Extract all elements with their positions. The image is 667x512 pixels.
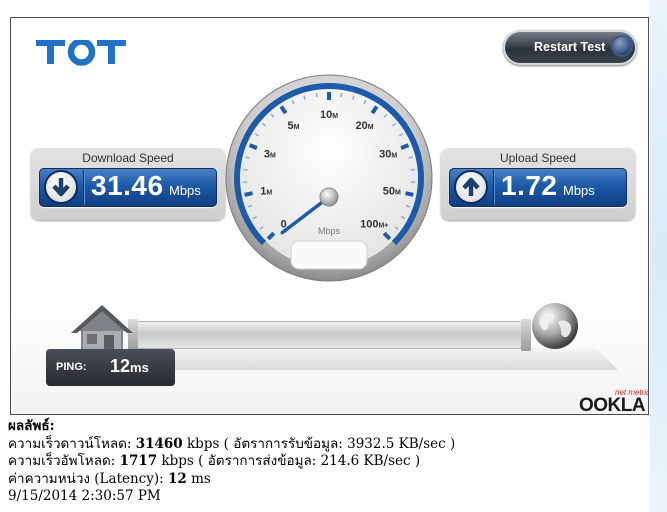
download-speed-title: Download Speed bbox=[82, 151, 174, 165]
gauge-minor-tick bbox=[315, 92, 318, 97]
background-right-strip bbox=[650, 0, 667, 512]
download-prefix: ความเร็วดาวน์โหลด: bbox=[8, 435, 136, 452]
restart-test-label: Restart Test bbox=[534, 40, 606, 54]
results-upload-line: ความเร็วอัพโหลด: 1717 kbps ( อัตราการส่ง… bbox=[8, 453, 455, 471]
upload-speed-title: Upload Speed bbox=[499, 151, 577, 165]
upload-prefix: ความเร็วอัพโหลด: bbox=[8, 453, 120, 470]
results-latency-line: ค่าความหน่วง (Latency): 12 ms bbox=[8, 471, 455, 489]
upload-separator bbox=[493, 170, 494, 205]
upload-kbps: 1717 bbox=[119, 453, 158, 470]
download-arrow-icon bbox=[46, 172, 76, 202]
ookla-logo: net metrics OOKLA bbox=[579, 388, 648, 415]
upload-speed-unit: Mbps bbox=[563, 183, 595, 198]
results-section: ผลลัพธ์: ความเร็วดาวน์โหลด: 31460 kbps (… bbox=[8, 418, 455, 506]
globe-icon bbox=[532, 303, 578, 349]
ookla-text: OOKLA bbox=[579, 395, 646, 415]
gauge-minor-tick bbox=[340, 92, 343, 97]
latency-ms: 12 bbox=[167, 470, 187, 487]
upload-arrow-icon bbox=[456, 172, 486, 202]
results-timestamp: 9/15/2014 2:30:57 PM bbox=[8, 488, 161, 505]
download-speed-box: Download Speed 31.46 Mbps bbox=[31, 147, 225, 220]
ping-panel: PING: 12ms bbox=[46, 349, 175, 386]
gauge-unit-label: Mbps bbox=[318, 226, 341, 236]
ping-value-group: 12ms bbox=[110, 356, 149, 377]
download-speed-display: 31.46 Mbps bbox=[39, 168, 217, 207]
download-separator bbox=[83, 170, 84, 205]
latency-prefix: ค่าความหน่วง (Latency): bbox=[8, 470, 168, 487]
ping-unit: ms bbox=[130, 360, 149, 375]
gauge-tick-3 bbox=[248, 143, 258, 150]
gauge-tick-30 bbox=[400, 143, 410, 150]
restart-test-button[interactable]: Restart Test bbox=[503, 30, 637, 65]
gauge-readout-box bbox=[290, 240, 368, 270]
tot-logo bbox=[36, 40, 126, 66]
upload-speed-value: 1.72 bbox=[501, 170, 558, 201]
gauge-hub bbox=[319, 187, 339, 207]
speed-gauge: 01M3M5M10M20M30M50M100M+ Mbps bbox=[225, 74, 433, 282]
results-heading: ผลลัพธ์: bbox=[8, 418, 55, 434]
results-download-line: ความเร็วดาวน์โหลด: 31460 kbps ( อัตราการ… bbox=[8, 436, 455, 454]
upload-suffix: kbps ( อัตราการส่งข้อมูล: 214.6 KB/sec ) bbox=[157, 453, 421, 470]
gauge-tick-1 bbox=[244, 191, 253, 197]
upload-speed-box: Upload Speed 1.72 Mbps bbox=[441, 147, 635, 220]
upload-speed-display: 1.72 Mbps bbox=[449, 168, 627, 207]
ping-label: PING: bbox=[56, 361, 87, 373]
download-speed-value: 31.46 bbox=[91, 170, 164, 201]
connection-track bbox=[128, 319, 531, 351]
gauge-tick-50 bbox=[405, 191, 414, 197]
gauge-minor-tick bbox=[408, 156, 413, 159]
latency-suffix: ms bbox=[186, 470, 211, 487]
download-kbps: 31460 bbox=[135, 435, 183, 452]
ping-value: 12 bbox=[110, 356, 131, 376]
gauge-minor-tick bbox=[245, 156, 250, 159]
download-suffix: kbps ( อัตราการรับข้อมูล: 3932.5 KB/sec … bbox=[182, 435, 456, 452]
download-speed-unit: Mbps bbox=[169, 183, 201, 198]
speedtest-panel: Restart Test Download Speed 31.46 Mbps U… bbox=[10, 17, 649, 415]
